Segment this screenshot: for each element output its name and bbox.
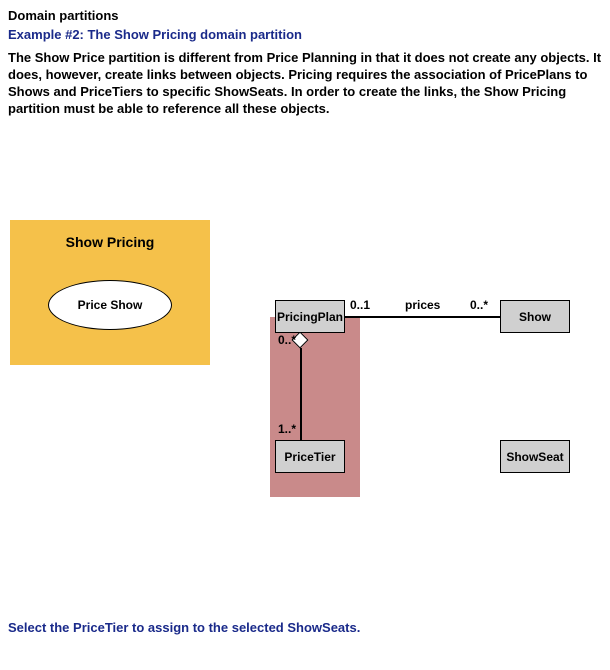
class-pricingplan: PricingPlan bbox=[275, 300, 345, 333]
footer-note: Select the PriceTier to assign to the se… bbox=[8, 620, 360, 635]
assoc-line-aggregation bbox=[300, 348, 302, 440]
uml-diagram: Show Pricing Price Show 0..1 prices 0..*… bbox=[0, 220, 610, 500]
mult-aggregation-top: 0..* bbox=[278, 333, 296, 347]
description-text: The Show Price partition is different fr… bbox=[0, 50, 610, 118]
class-label: ShowSeat bbox=[506, 450, 563, 464]
class-pricetier: PriceTier bbox=[275, 440, 345, 473]
page-title: Domain partitions bbox=[0, 0, 610, 25]
class-show: Show bbox=[500, 300, 570, 333]
assoc-line-prices bbox=[345, 316, 500, 318]
class-label: PriceTier bbox=[284, 450, 335, 464]
usecase-ellipse: Price Show bbox=[48, 280, 172, 330]
mult-pricingplan-show-left: 0..1 bbox=[350, 298, 370, 312]
partition-title: Show Pricing bbox=[10, 220, 210, 250]
class-label: Show bbox=[519, 310, 551, 324]
example-subtitle: Example #2: The Show Pricing domain part… bbox=[0, 25, 610, 50]
partition-box: Show Pricing Price Show bbox=[10, 220, 210, 365]
class-showseat: ShowSeat bbox=[500, 440, 570, 473]
usecase-label: Price Show bbox=[78, 298, 143, 312]
class-label: PricingPlan bbox=[277, 310, 343, 324]
assoc-name-prices: prices bbox=[405, 298, 440, 312]
mult-aggregation-bottom: 1..* bbox=[278, 422, 296, 436]
mult-pricingplan-show-right: 0..* bbox=[470, 298, 488, 312]
